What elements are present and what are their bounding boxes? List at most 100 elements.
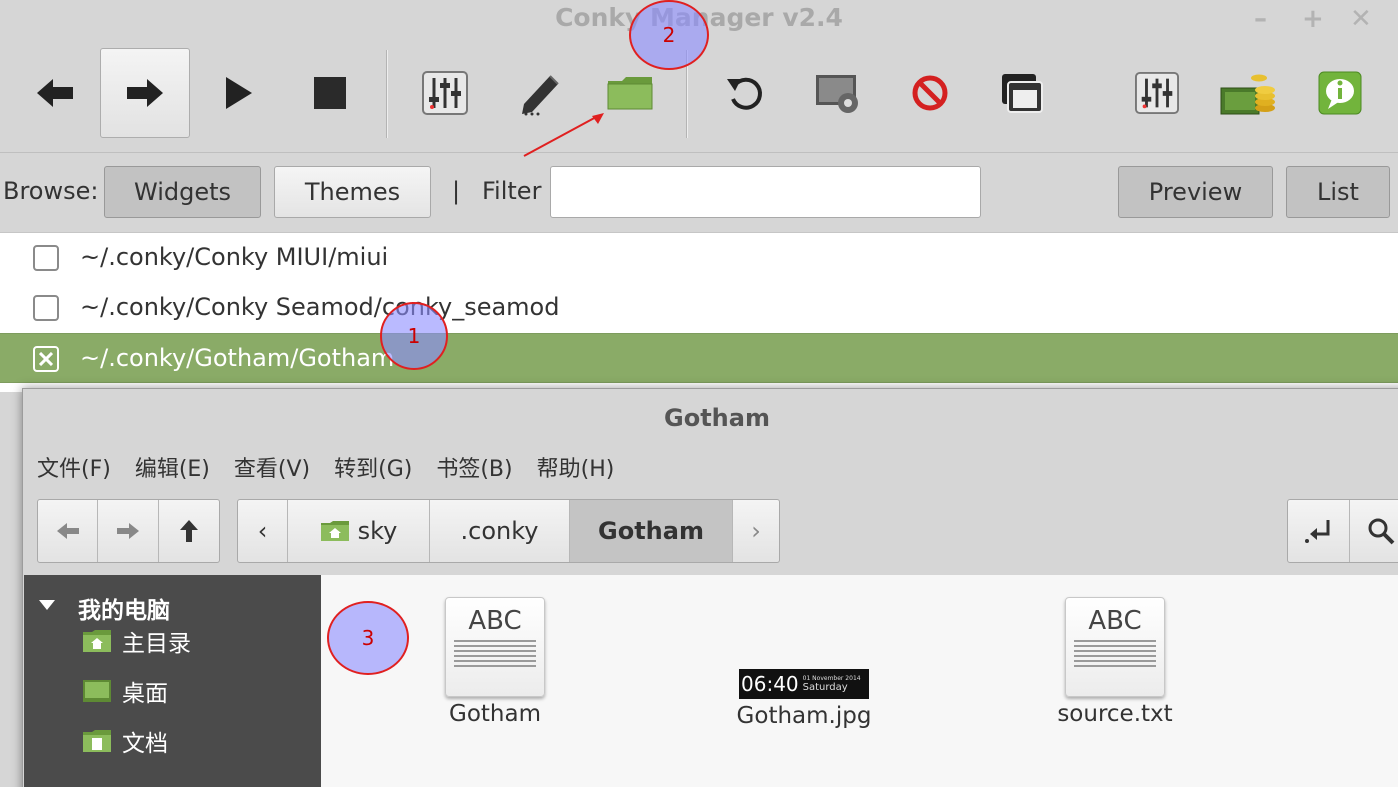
app-settings-button[interactable]: [1112, 48, 1202, 138]
sidebar-item-desktop[interactable]: 桌面: [82, 673, 168, 709]
widgets-tab-button[interactable]: Widgets: [104, 166, 261, 218]
close-button[interactable]: ✕: [1350, 4, 1372, 34]
home-folder-icon: [83, 630, 111, 652]
menu-go[interactable]: 转到(G): [334, 451, 412, 482]
list-button[interactable]: List: [1286, 166, 1390, 218]
home-folder-icon: [320, 521, 349, 541]
widget-path: ~/.conky/Conky Seamod/conky_seamod: [80, 293, 560, 321]
widget-row-selected[interactable]: ~/.conky/Gotham/Gotham: [0, 333, 1398, 383]
thumbnail-date: 01 November 2014: [802, 675, 861, 682]
breadcrumb-item-home[interactable]: sky: [288, 500, 430, 562]
themes-tab-button[interactable]: Themes: [274, 166, 431, 218]
kill-button[interactable]: [885, 48, 975, 138]
settings-button[interactable]: [400, 48, 490, 138]
checkmark-icon: [39, 352, 53, 366]
nav-forward-button[interactable]: [98, 500, 159, 562]
menu-bookmarks[interactable]: 书签(B): [436, 451, 512, 482]
sidebar-item-label: 文档: [122, 731, 168, 757]
folder-icon: [607, 77, 653, 110]
file-manager-window: Gotham 文件(F) 编辑(E) 查看(V) 转到(G) 书签(B) 帮助(…: [22, 388, 1398, 787]
forward-icon: [127, 79, 163, 107]
settings-sliders-icon: [422, 71, 468, 115]
file-item[interactable]: ABC Gotham: [395, 597, 595, 727]
widget-path: ~/.conky/Gotham/Gotham: [80, 344, 395, 372]
donate-button[interactable]: [1203, 48, 1293, 138]
menu-file[interactable]: 文件(F): [37, 451, 111, 482]
back-icon: [37, 79, 73, 107]
menu-edit[interactable]: 编辑(E): [135, 451, 210, 482]
screenshot-settings-icon: [816, 75, 858, 113]
thumbnail-day: Saturday: [802, 682, 848, 693]
sidebar-item-label: 主目录: [122, 631, 191, 657]
annotation-marker-1: 1: [380, 302, 448, 370]
up-arrow-icon: [179, 520, 198, 542]
play-button[interactable]: [194, 48, 284, 138]
search-icon: [1368, 518, 1395, 545]
breadcrumb-prev-button[interactable]: ‹: [238, 500, 288, 562]
play-icon: [226, 77, 252, 109]
minimize-button[interactable]: –: [1254, 4, 1267, 34]
toggle-location-button[interactable]: [1288, 500, 1350, 562]
widget-checkbox[interactable]: [33, 295, 59, 321]
file-item[interactable]: ABC source.txt: [1015, 597, 1215, 727]
browse-separator: |: [452, 177, 461, 205]
forward-button[interactable]: [100, 48, 190, 138]
nav-back-button[interactable]: [38, 500, 99, 562]
image-thumbnail: 06:40 01 November 2014 Saturday: [739, 669, 869, 699]
sidebar-item-home[interactable]: 主目录: [82, 623, 191, 659]
donate-icon: [1220, 74, 1275, 115]
info-button[interactable]: [1295, 48, 1385, 138]
maximize-button[interactable]: +: [1302, 4, 1324, 34]
text-file-icon: ABC: [1065, 597, 1165, 697]
file-name: Gotham: [449, 701, 541, 727]
breadcrumb-next-button[interactable]: ›: [733, 500, 779, 562]
file-preview-text: ABC: [468, 606, 522, 636]
stop-button[interactable]: [285, 48, 375, 138]
nav-up-button[interactable]: [159, 500, 219, 562]
file-manager-title: Gotham: [664, 404, 770, 432]
thumbnail-time: 06:40: [741, 672, 799, 696]
file-name: Gotham.jpg: [736, 703, 872, 729]
windows-button[interactable]: [977, 48, 1067, 138]
text-file-icon: ABC: [445, 597, 545, 697]
menu-view[interactable]: 查看(V): [234, 451, 310, 482]
location-entry-icon: [1304, 520, 1329, 543]
file-item[interactable]: 06:40 01 November 2014 Saturday Gotham.j…: [704, 597, 904, 729]
screenshot-settings-button[interactable]: [793, 48, 883, 138]
widget-checkbox-checked[interactable]: [33, 346, 59, 372]
windows-icon: [1002, 74, 1043, 113]
back-icon: [56, 523, 79, 539]
sidebar-item-documents[interactable]: 文档: [82, 723, 168, 759]
widget-checkbox[interactable]: [33, 245, 59, 271]
search-button[interactable]: [1350, 500, 1398, 562]
widget-row[interactable]: ~/.conky/Conky MIUI/miui: [0, 233, 1398, 283]
refresh-button[interactable]: [700, 48, 790, 138]
menu-help[interactable]: 帮助(H): [537, 451, 615, 482]
annotation-marker-2: 2: [629, 0, 709, 70]
annotation-marker-3: 3: [327, 601, 409, 675]
places-sidebar: 我的电脑 主目录 桌面 文档: [24, 575, 321, 787]
refresh-icon: [727, 77, 762, 110]
widget-row[interactable]: ~/.conky/Conky Seamod/conky_seamod: [0, 283, 1398, 333]
filter-input[interactable]: [550, 166, 981, 218]
history-nav: [37, 499, 220, 563]
menu-bar: 文件(F) 编辑(E) 查看(V) 转到(G) 书签(B) 帮助(H): [37, 451, 615, 482]
info-icon: [1318, 71, 1362, 115]
stop-icon: [314, 77, 346, 109]
preview-button[interactable]: Preview: [1118, 166, 1273, 218]
file-name: source.txt: [1057, 701, 1173, 727]
desktop-icon: [83, 680, 111, 702]
annotation-arrow: [523, 113, 604, 157]
sidebar-item-label: 桌面: [122, 681, 168, 707]
back-button[interactable]: [10, 48, 100, 138]
browse-bar: Browse: Widgets Themes | Filter Preview …: [0, 152, 1398, 232]
sidebar-section-header: 我的电脑: [78, 598, 170, 624]
breadcrumb-label: sky: [357, 517, 398, 545]
breadcrumb-item-current[interactable]: Gotham: [570, 500, 733, 562]
breadcrumb-item-conky[interactable]: .conky: [430, 500, 570, 562]
app-settings-icon: [1135, 71, 1179, 115]
forward-icon: [117, 523, 140, 539]
chevron-down-icon[interactable]: [38, 599, 56, 611]
browse-label: Browse:: [3, 177, 99, 205]
file-preview-text: ABC: [1088, 606, 1142, 636]
